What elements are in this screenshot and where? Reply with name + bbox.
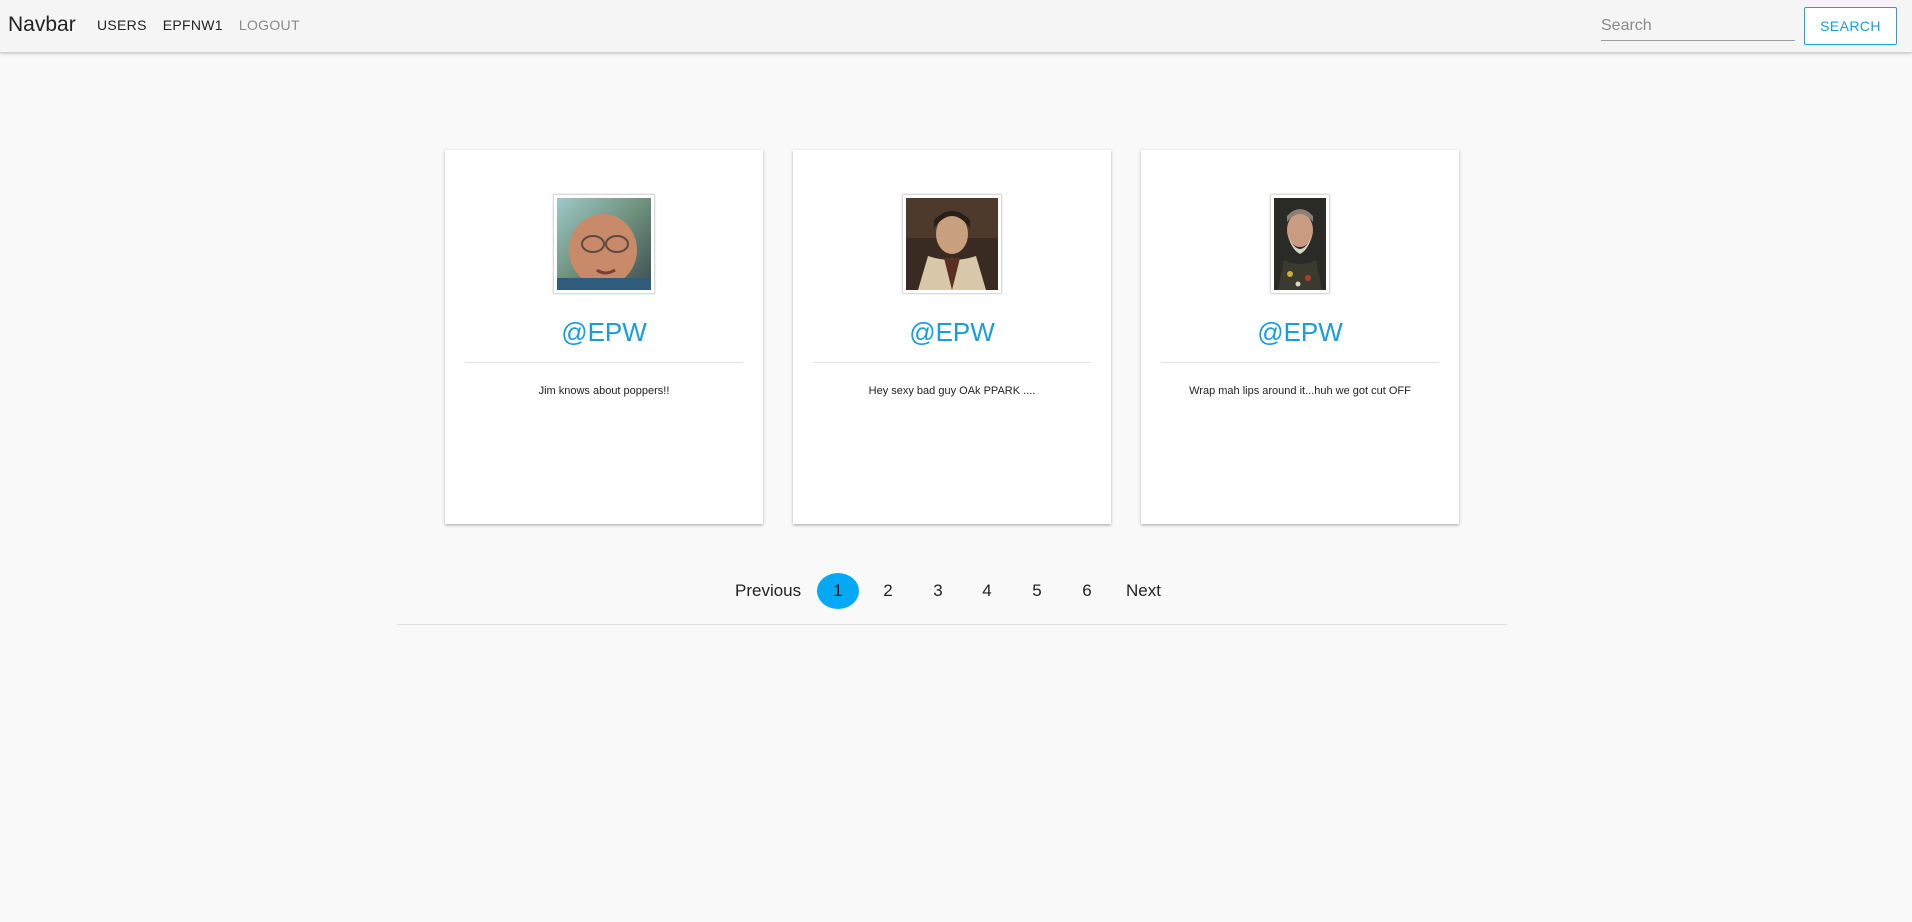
nav-link-logout[interactable]: LOGOUT — [239, 17, 300, 33]
card-divider — [813, 362, 1091, 363]
post-message: Jim knows about poppers!! — [538, 385, 670, 397]
pagination-next[interactable]: Next — [1126, 573, 1161, 609]
avatar-frame — [902, 194, 1002, 294]
avatar — [557, 198, 651, 290]
card-divider — [1161, 362, 1439, 363]
page-6[interactable]: 6 — [1076, 573, 1098, 609]
user-handle-link[interactable]: @EPW — [1141, 317, 1459, 348]
page-3[interactable]: 3 — [927, 573, 949, 609]
post-card: @EPW Wrap mah lips around it...huh we go… — [1141, 150, 1459, 524]
post-card-list: @EPW Jim knows about poppers!! @EPW Hey … — [445, 150, 1459, 524]
post-card: @EPW Jim knows about poppers!! — [445, 150, 763, 524]
content-divider — [397, 624, 1507, 625]
page-5[interactable]: 5 — [1026, 573, 1048, 609]
nav-link-users[interactable]: USERS — [97, 17, 147, 33]
avatar — [1274, 198, 1326, 290]
avatar-frame — [1270, 194, 1330, 294]
card-divider — [465, 362, 743, 363]
pagination: Previous 1 2 3 4 5 6 Next — [0, 573, 1912, 609]
navbar-brand[interactable]: Navbar — [8, 13, 76, 37]
post-message: Hey sexy bad guy OAk PPARK .... — [868, 385, 1036, 397]
pagination-previous[interactable]: Previous — [735, 573, 801, 609]
page-4[interactable]: 4 — [976, 573, 998, 609]
top-navbar: Navbar USERS EPFNW1 LOGOUT SEARCH — [0, 0, 1912, 53]
search-button[interactable]: SEARCH — [1804, 7, 1897, 45]
search-input[interactable] — [1601, 12, 1795, 41]
page-1[interactable]: 1 — [817, 573, 859, 609]
page-2[interactable]: 2 — [877, 573, 899, 609]
user-handle-link[interactable]: @EPW — [793, 317, 1111, 348]
avatar-frame — [553, 194, 655, 294]
nav-link-profile[interactable]: EPFNW1 — [163, 17, 223, 33]
user-handle-link[interactable]: @EPW — [445, 317, 763, 348]
post-card: @EPW Hey sexy bad guy OAk PPARK .... — [793, 150, 1111, 524]
avatar — [906, 198, 998, 290]
nav-links: USERS EPFNW1 LOGOUT — [97, 17, 300, 33]
post-message: Wrap mah lips around it...huh we got cut… — [1189, 385, 1411, 397]
